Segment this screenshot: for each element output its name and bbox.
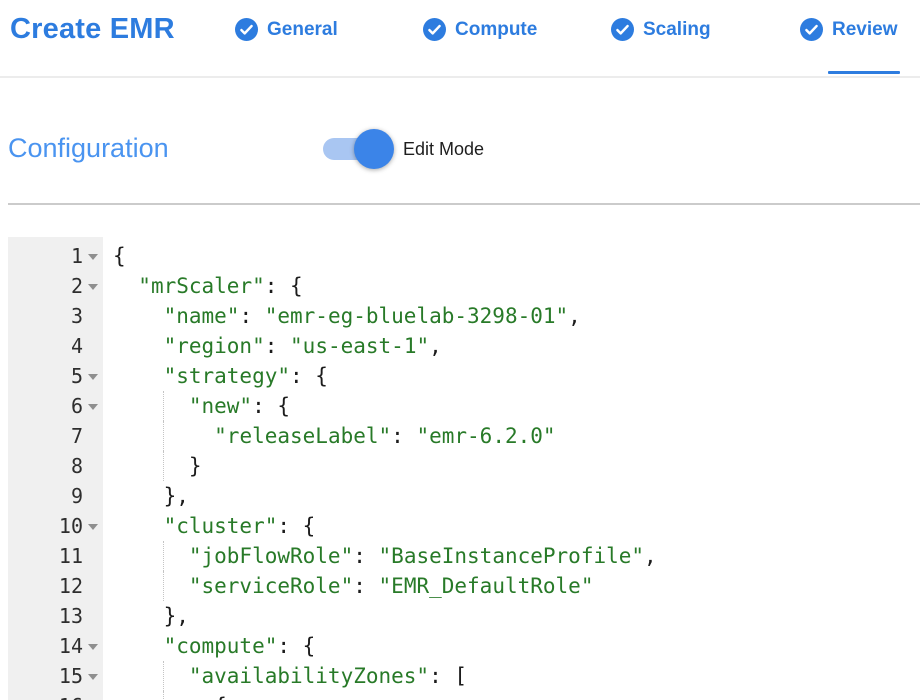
line-number: 7	[8, 424, 83, 448]
code-line-15[interactable]: "availabilityZones": [	[103, 661, 912, 691]
gutter-row-9: 9	[8, 481, 103, 511]
line-number: 4	[8, 334, 83, 358]
json-code-editor[interactable]: 12345678910111213141516 { "mrScaler": { …	[8, 237, 912, 700]
editor-code-area[interactable]: { "mrScaler": { "name": "emr-eg-bluelab-…	[103, 237, 912, 700]
line-number: 2	[8, 274, 83, 298]
line-number: 12	[8, 574, 83, 598]
code-line-2[interactable]: "mrScaler": {	[103, 271, 912, 301]
gutter-row-6: 6	[8, 391, 103, 421]
wizard-header: Create EMR General Compute Scaling Revie…	[0, 0, 920, 78]
gutter-row-8: 8	[8, 451, 103, 481]
step-label: Compute	[455, 18, 537, 41]
fold-toggle-icon[interactable]	[83, 642, 103, 650]
line-number: 10	[8, 514, 83, 538]
toggle-knob	[354, 129, 394, 169]
gutter-row-3: 3	[8, 301, 103, 331]
gutter-row-13: 13	[8, 601, 103, 631]
edit-mode-toggle[interactable]	[323, 138, 393, 160]
gutter-row-16: 16	[8, 691, 103, 700]
code-line-13[interactable]: },	[103, 601, 912, 631]
code-line-9[interactable]: },	[103, 481, 912, 511]
code-line-6[interactable]: "new": {	[103, 391, 912, 421]
fold-toggle-icon[interactable]	[83, 282, 103, 290]
code-line-7[interactable]: "releaseLabel": "emr-6.2.0"	[103, 421, 912, 451]
gutter-row-5: 5	[8, 361, 103, 391]
tab-scaling[interactable]: Scaling	[611, 18, 711, 74]
fold-toggle-icon[interactable]	[83, 522, 103, 530]
code-line-12[interactable]: "serviceRole": "EMR_DefaultRole"	[103, 571, 912, 601]
gutter-row-10: 10	[8, 511, 103, 541]
line-number: 16	[8, 694, 83, 700]
tab-review[interactable]: Review	[800, 18, 897, 74]
line-number: 14	[8, 634, 83, 658]
line-number: 1	[8, 244, 83, 268]
line-number: 11	[8, 544, 83, 568]
configuration-heading: Configuration	[8, 133, 169, 164]
gutter-row-15: 15	[8, 661, 103, 691]
fold-toggle-icon[interactable]	[83, 402, 103, 410]
fold-toggle-icon[interactable]	[83, 372, 103, 380]
edit-mode-label: Edit Mode	[403, 139, 484, 160]
code-line-3[interactable]: "name": "emr-eg-bluelab-3298-01",	[103, 301, 912, 331]
check-circle-icon	[423, 18, 446, 41]
line-number: 13	[8, 604, 83, 628]
gutter-row-11: 11	[8, 541, 103, 571]
tab-general[interactable]: General	[235, 18, 338, 74]
gutter-row-12: 12	[8, 571, 103, 601]
code-line-14[interactable]: "compute": {	[103, 631, 912, 661]
gutter-row-1: 1	[8, 241, 103, 271]
check-circle-icon	[611, 18, 634, 41]
code-line-16[interactable]: {	[103, 691, 912, 700]
step-label: Review	[832, 18, 897, 41]
create-emr-page: Create EMR General Compute Scaling Revie…	[0, 0, 920, 700]
line-number: 8	[8, 454, 83, 478]
section-divider	[8, 203, 920, 205]
gutter-row-4: 4	[8, 331, 103, 361]
code-line-5[interactable]: "strategy": {	[103, 361, 912, 391]
line-number: 15	[8, 664, 83, 688]
check-circle-icon	[235, 18, 258, 41]
gutter-row-2: 2	[8, 271, 103, 301]
gutter-row-7: 7	[8, 421, 103, 451]
line-number: 9	[8, 484, 83, 508]
editor-gutter: 12345678910111213141516	[8, 237, 103, 700]
line-number: 5	[8, 364, 83, 388]
code-line-8[interactable]: }	[103, 451, 912, 481]
tab-compute[interactable]: Compute	[423, 18, 537, 74]
code-line-1[interactable]: {	[103, 241, 912, 271]
line-number: 6	[8, 394, 83, 418]
code-line-11[interactable]: "jobFlowRole": "BaseInstanceProfile",	[103, 541, 912, 571]
gutter-row-14: 14	[8, 631, 103, 661]
line-number: 3	[8, 304, 83, 328]
page-title: Create EMR	[10, 13, 175, 46]
step-label: Scaling	[643, 18, 711, 41]
fold-toggle-icon[interactable]	[83, 672, 103, 680]
code-line-4[interactable]: "region": "us-east-1",	[103, 331, 912, 361]
code-line-10[interactable]: "cluster": {	[103, 511, 912, 541]
check-circle-icon	[800, 18, 823, 41]
fold-toggle-icon[interactable]	[83, 252, 103, 260]
step-label: General	[267, 18, 338, 41]
